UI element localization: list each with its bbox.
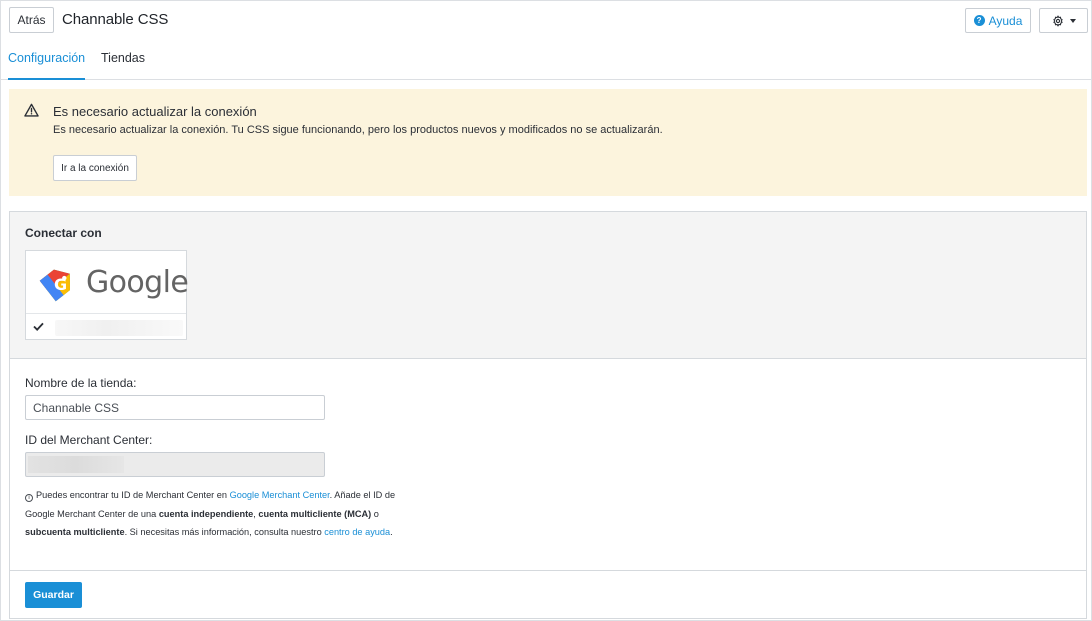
merchant-id-redacted	[28, 456, 124, 473]
go-to-connection-button[interactable]: Ir a la conexión	[53, 155, 137, 181]
info-icon: i	[25, 494, 33, 502]
help-button[interactable]: ? Ayuda	[965, 8, 1031, 33]
merchant-id-input	[25, 452, 325, 477]
store-name-input[interactable]: Channable CSS	[25, 395, 325, 420]
warning-title: Es necesario actualizar la conexión	[53, 104, 257, 119]
tab-configuracion[interactable]: Configuración	[8, 51, 86, 80]
tab-tiendas[interactable]: Tiendas	[101, 51, 145, 80]
page-title: Channable CSS	[62, 11, 169, 28]
store-name-label: Nombre de la tienda:	[25, 376, 137, 390]
google-connection-card[interactable]: G Google	[25, 250, 189, 340]
checkmark-icon	[33, 322, 44, 331]
help-text-part: . Si necesitas más información, consulta…	[124, 527, 325, 537]
svg-text:G: G	[54, 275, 67, 294]
gear-icon	[1052, 14, 1063, 27]
help-label: Ayuda	[988, 13, 1023, 28]
help-center-link[interactable]: centro de ayuda	[324, 527, 390, 537]
store-form: Nombre de la tienda: Channable CSS ID de…	[10, 359, 1086, 571]
connect-label: Conectar con	[25, 226, 102, 240]
help-text-bold: cuenta multicliente (MCA)	[258, 508, 372, 519]
connection-warning: Es necesario actualizar la conexión Es n…	[9, 89, 1087, 196]
help-text-bold: subcuenta multicliente	[25, 527, 125, 537]
help-text-part: .	[390, 527, 393, 537]
google-logo: G Google	[26, 251, 189, 314]
settings-panel: Conectar con G Google Nombre de la tiend…	[9, 211, 1087, 619]
merchant-id-label: ID del Merchant Center:	[25, 433, 153, 447]
header: Atrás Channable CSS ? Ayuda	[0, 0, 1092, 40]
merchant-help-text: i Puedes encontrar tu ID de Merchant Cent…	[25, 486, 410, 542]
google-merchant-center-link[interactable]: Google Merchant Center	[230, 490, 330, 500]
chevron-down-icon	[1069, 18, 1076, 23]
question-circle-icon: ?	[973, 15, 985, 26]
back-button[interactable]: Atrás	[9, 7, 54, 33]
save-button[interactable]: Guardar	[25, 582, 82, 608]
help-text-part: Puedes encontrar tu ID de Merchant Cente…	[36, 490, 230, 500]
warning-text: Es necesario actualizar la conexión. Tu …	[53, 124, 663, 136]
google-wordmark: Google	[86, 265, 189, 300]
account-name-redacted	[55, 320, 183, 336]
tab-bar: Configuración Tiendas	[0, 40, 1092, 80]
help-text-bold: cuenta independiente	[158, 508, 254, 519]
google-tag-icon: G	[39, 269, 70, 302]
connect-section: Conectar con G Google	[10, 212, 1086, 359]
settings-button[interactable]	[1039, 8, 1088, 33]
warning-triangle-icon	[24, 103, 39, 117]
help-text-part: o	[371, 508, 379, 519]
